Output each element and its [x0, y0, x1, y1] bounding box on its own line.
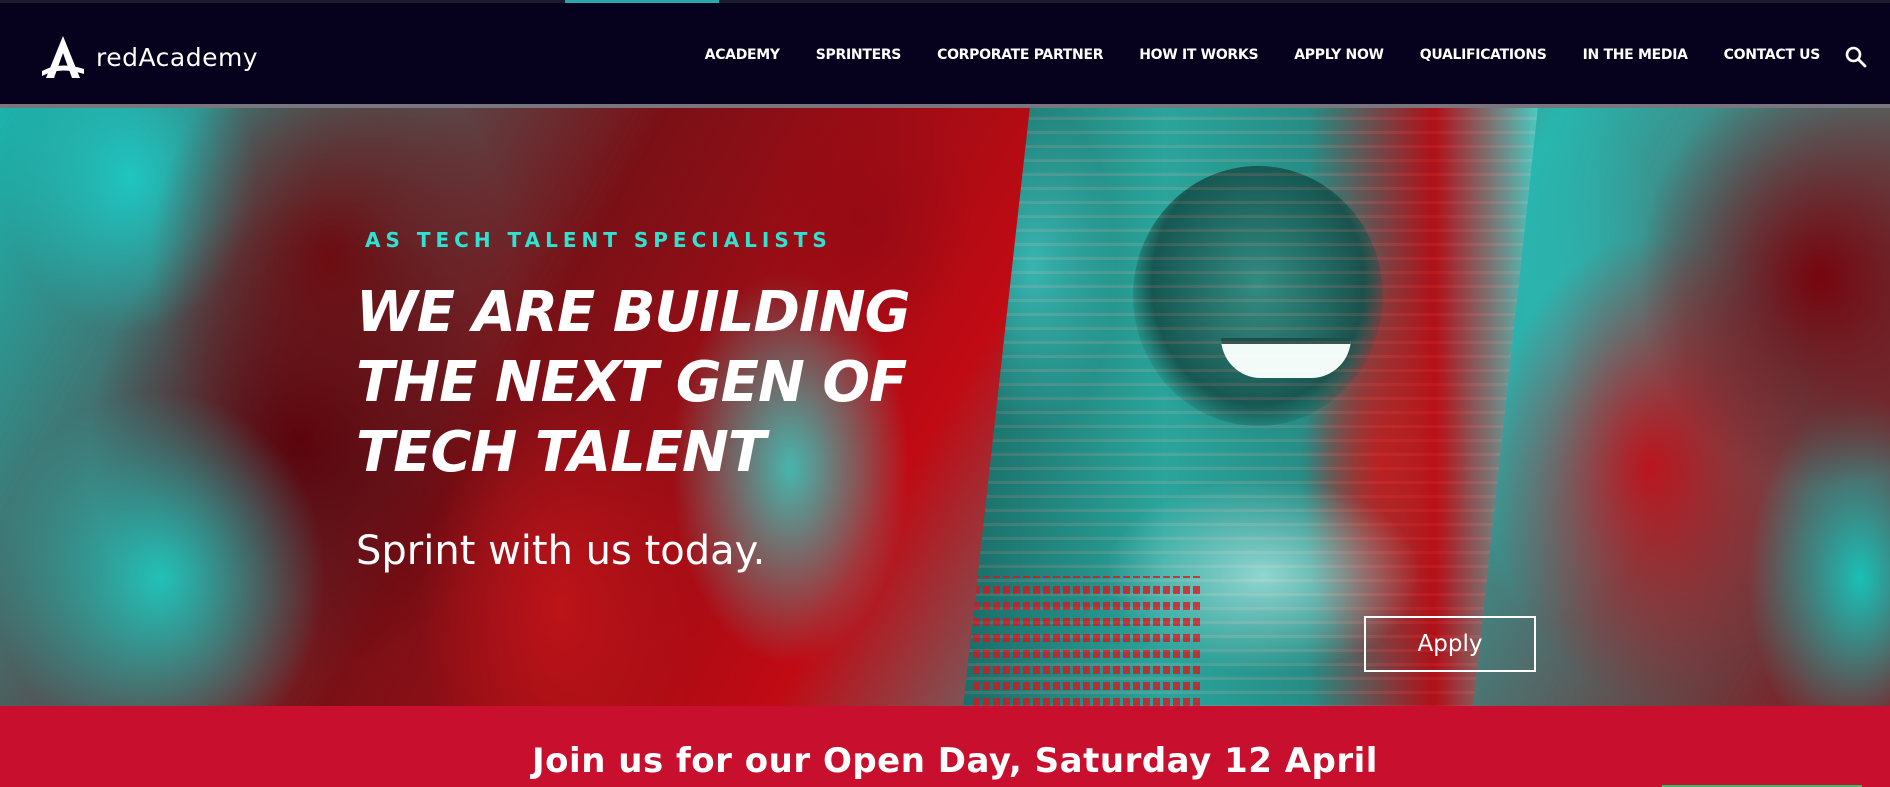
hero-eyebrow: AS TECH TALENT SPECIALISTS [365, 228, 832, 252]
hero-headline-line-1: WE ARE BUILDING [356, 280, 911, 345]
search-icon [1845, 46, 1867, 68]
open-day-banner-text[interactable]: Join us for our Open Day, Saturday 12 Ap… [0, 741, 1890, 781]
nav-item-apply-now[interactable]: APPLY NOW [1294, 47, 1384, 63]
nav-item-corporate-partner[interactable]: CORPORATE PARTNER [937, 47, 1103, 63]
main-nav: ACADEMY SPRINTERS CORPORATE PARTNER HOW … [669, 3, 1821, 107]
hero-section: AS TECH TALENT SPECIALISTS WE ARE BUILDI… [0, 108, 1890, 706]
apply-button[interactable]: Apply [1364, 616, 1536, 672]
nav-item-sprinters[interactable]: SPRINTERS [816, 47, 902, 63]
nav-item-qualifications[interactable]: QUALIFICATIONS [1420, 47, 1547, 63]
open-day-banner: Join us for our Open Day, Saturday 12 Ap… [0, 706, 1890, 787]
hero-subline: Sprint with us today. [356, 528, 766, 574]
nav-item-how-it-works[interactable]: HOW IT WORKS [1139, 47, 1258, 63]
logo-text: redAcademy [96, 42, 259, 72]
logo[interactable]: redAcademy [40, 33, 258, 81]
logo-icon [42, 36, 84, 78]
nav-item-contact-us[interactable]: CONTACT US [1724, 47, 1821, 63]
hero-headline-line-2: THE NEXT GEN OF [356, 350, 907, 415]
site-header: redAcademy ACADEMY SPRINTERS CORPORATE P… [0, 0, 1890, 108]
search-button[interactable] [1844, 45, 1868, 69]
nav-item-in-the-media[interactable]: IN THE MEDIA [1583, 47, 1688, 63]
nav-item-academy[interactable]: ACADEMY [705, 47, 780, 63]
hero-headline-line-3: TECH TALENT [356, 420, 766, 485]
hero-headline: WE ARE BUILDING THE NEXT GEN OF TECH TAL… [356, 278, 976, 488]
